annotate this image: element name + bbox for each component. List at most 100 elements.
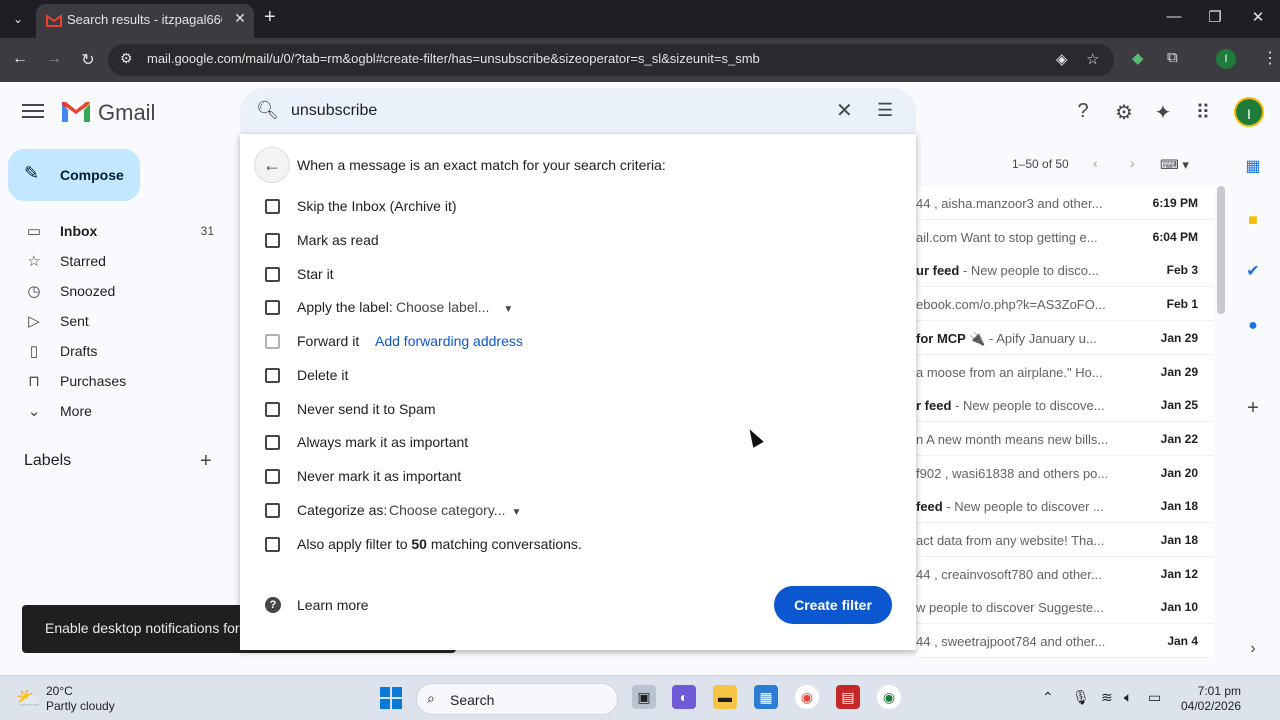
help-icon[interactable]: ?: [1071, 100, 1095, 123]
mark-read-checkbox[interactable]: [265, 233, 280, 248]
battery-icon[interactable]: ▭: [1148, 689, 1161, 706]
lens-icon[interactable]: ◈: [1056, 50, 1068, 68]
email-row[interactable]: 44 , sweetrajpoot784 and other... Jan 4: [916, 624, 1214, 659]
tasks-icon[interactable]: ✔: [1243, 262, 1263, 282]
wifi-icon[interactable]: ≋: [1101, 689, 1113, 706]
learn-more-link[interactable]: Learn more: [297, 597, 369, 613]
option-delete: Delete it: [240, 360, 916, 390]
search-input[interactable]: unsubscribe: [291, 102, 377, 120]
chrome-icon[interactable]: ◉: [795, 685, 819, 709]
nav-item-drafts[interactable]: ▯ Drafts: [0, 336, 232, 366]
tab-search-dropdown-icon[interactable]: ⌄: [8, 9, 28, 29]
extensions-puzzle-icon[interactable]: ⧉: [1167, 49, 1178, 66]
show-side-panel-icon[interactable]: ›: [1243, 639, 1263, 659]
choose-label-select[interactable]: Choose label... ▼: [396, 299, 513, 315]
search-bar[interactable]: 🔍︎ unsubscribe ✕ ☰: [240, 88, 916, 134]
url-text[interactable]: mail.google.com/mail/u/0/?tab=rm&ogbl#cr…: [147, 51, 760, 66]
back-icon[interactable]: ←: [10, 50, 30, 68]
email-row[interactable]: a moose from an airplane." Ho... Jan 29: [916, 354, 1214, 389]
skip-inbox-checkbox[interactable]: [265, 199, 280, 214]
nav-item-more[interactable]: ⌄ More: [0, 396, 232, 426]
file-explorer-icon[interactable]: ▬: [713, 685, 737, 709]
chrome-menu-icon[interactable]: ⋮: [1262, 48, 1278, 68]
add-label-icon[interactable]: +: [200, 450, 212, 473]
never-important-checkbox[interactable]: [265, 469, 280, 484]
nav-item-starred[interactable]: ☆ Starred: [0, 246, 232, 276]
partly-cloudy-icon[interactable]: ⛅: [16, 686, 41, 711]
create-filter-button[interactable]: Create filter: [774, 586, 892, 624]
nav-item-inbox[interactable]: ▭ Inbox 31: [0, 216, 232, 246]
address-bar[interactable]: ⚙ mail.google.com/mail/u/0/?tab=rm&ogbl#…: [108, 44, 1114, 76]
volume-icon[interactable]: 🔈︎: [1124, 689, 1132, 706]
browser-profile-avatar[interactable]: I: [1216, 49, 1236, 69]
close-window-icon[interactable]: ✕: [1248, 8, 1268, 26]
categorize-checkbox[interactable]: [265, 503, 280, 518]
main-menu-icon[interactable]: [22, 100, 44, 122]
email-row[interactable]: n A new month means new bills... Jan 22: [916, 421, 1214, 456]
settings-gear-icon[interactable]: ⚙: [1112, 100, 1136, 125]
chrome-profile-icon[interactable]: ◉: [877, 685, 901, 709]
email-row[interactable]: w people to discover Suggeste... Jan 10: [916, 590, 1214, 625]
bookmark-star-icon[interactable]: ☆: [1086, 50, 1099, 68]
reload-icon[interactable]: ↻: [78, 50, 98, 70]
keep-icon[interactable]: ■: [1243, 211, 1263, 231]
add-forwarding-link[interactable]: Add forwarding address: [375, 333, 523, 349]
email-row[interactable]: act data from any website! Tha... Jan 18: [916, 523, 1214, 557]
contacts-icon[interactable]: ●: [1243, 316, 1263, 336]
show-hidden-icons-icon[interactable]: ⌃: [1042, 689, 1054, 706]
weather-temperature[interactable]: 20°C: [46, 684, 73, 698]
always-important-checkbox[interactable]: [265, 435, 280, 450]
email-row[interactable]: ebook.com/o.php?k=AS3ZoFO... Feb 1: [916, 287, 1214, 322]
gemini-sparkle-icon[interactable]: ✦: [1151, 100, 1175, 125]
account-avatar[interactable]: I: [1234, 97, 1264, 127]
choose-category-select[interactable]: Choose category... ▼: [389, 502, 521, 518]
nav-item-sent[interactable]: ▷ Sent: [0, 306, 232, 336]
extension-icon[interactable]: ◆: [1132, 49, 1144, 67]
list-scrollbar[interactable]: [1217, 186, 1225, 314]
email-row[interactable]: ail.com Want to stop getting e... 6:04 PM: [916, 219, 1214, 254]
new-tab-button[interactable]: +: [264, 6, 276, 29]
nav-item-snoozed[interactable]: ◷ Snoozed: [0, 276, 232, 306]
clock-date[interactable]: 04/02/2026: [1181, 699, 1241, 713]
windows-start-icon[interactable]: [380, 687, 402, 709]
star-checkbox[interactable]: [265, 267, 280, 282]
search-options-icon[interactable]: ☰: [877, 100, 893, 121]
email-row[interactable]: 44 , aisha.manzoor3 and other... 6:19 PM: [916, 186, 1214, 220]
calendar-icon[interactable]: ▦: [1243, 157, 1263, 177]
back-arrow-icon[interactable]: ←: [254, 147, 290, 183]
task-view-icon[interactable]: ▣: [632, 685, 656, 709]
compose-button[interactable]: ✎ Compose: [8, 149, 140, 201]
nav-item-purchases[interactable]: ⊓ Purchases: [0, 366, 232, 396]
email-row[interactable]: f902 , wasi61838 and others po... Jan 20: [916, 455, 1214, 490]
app-icon[interactable]: ▤: [836, 685, 860, 709]
newer-page-icon[interactable]: ‹: [1093, 155, 1098, 171]
also-apply-checkbox[interactable]: [265, 537, 280, 552]
email-row[interactable]: ur feed - New people to disco... Feb 3: [916, 253, 1214, 288]
email-row[interactable]: feed - New people to discover ... Jan 18: [916, 489, 1214, 524]
apps-grid-icon[interactable]: ⠿: [1191, 100, 1215, 125]
forward-checkbox[interactable]: [265, 334, 280, 349]
forward-icon[interactable]: →: [44, 50, 64, 68]
email-row[interactable]: 44 , creainvosoft780 and other... Jan 12: [916, 556, 1214, 591]
copilot-icon[interactable]: ◐: [672, 685, 696, 709]
maximize-icon[interactable]: ❐: [1205, 8, 1225, 26]
clear-search-icon[interactable]: ✕: [836, 98, 853, 123]
weather-description[interactable]: Partly cloudy: [46, 699, 115, 713]
input-tools-icon[interactable]: ⌨ ▾: [1160, 157, 1189, 173]
email-row[interactable]: r feed - New people to discove... Jan 25: [916, 388, 1214, 423]
clock-time[interactable]: 7:01 pm: [1197, 684, 1241, 698]
apply-label-checkbox[interactable]: [265, 300, 280, 315]
minimize-icon[interactable]: —: [1164, 8, 1184, 25]
browser-tab[interactable]: Search results - itzpagal660@gmail.com ✕: [36, 4, 254, 38]
close-tab-icon[interactable]: ✕: [232, 10, 248, 27]
microphone-icon[interactable]: 🎙︎: [1072, 689, 1090, 706]
search-icon[interactable]: 🔍︎: [256, 100, 279, 121]
never-spam-checkbox[interactable]: [265, 402, 280, 417]
older-page-icon[interactable]: ›: [1130, 155, 1135, 171]
microsoft-store-icon[interactable]: ▦: [754, 685, 778, 709]
email-row[interactable]: for MCP 🔌 - Apify January u... Jan 29: [916, 320, 1214, 355]
site-info-icon[interactable]: ⚙: [120, 50, 133, 67]
get-addons-icon[interactable]: +: [1243, 398, 1263, 418]
taskbar-search[interactable]: ⌕ Search: [416, 683, 618, 715]
delete-checkbox[interactable]: [265, 368, 280, 383]
